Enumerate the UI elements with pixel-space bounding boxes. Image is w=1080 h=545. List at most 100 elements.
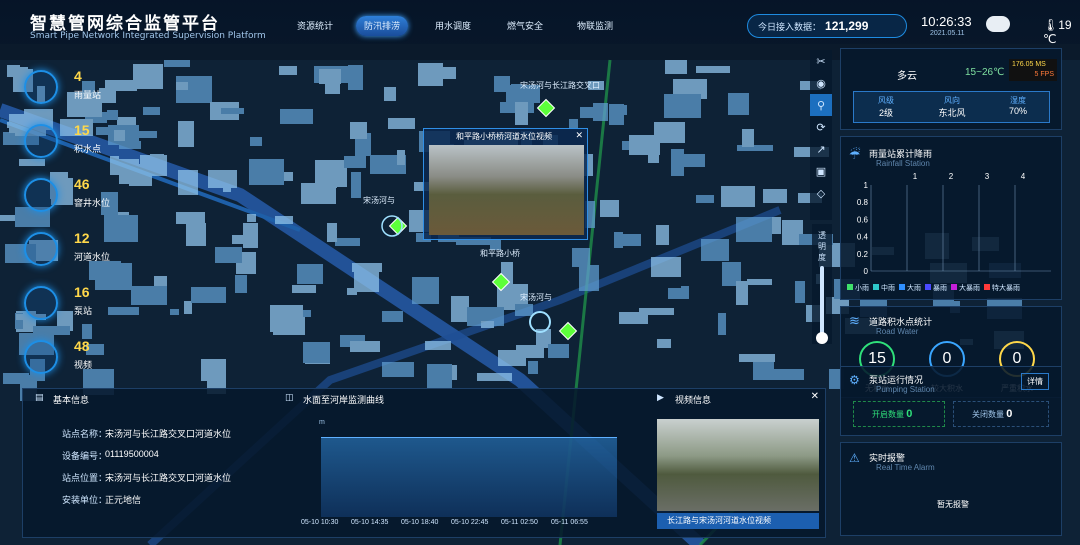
building — [131, 286, 167, 305]
alarm-card: ⚠ 实时报警 Real Time Alarm 暂无报警 — [840, 442, 1062, 536]
building — [668, 288, 689, 299]
building — [747, 279, 772, 285]
building — [742, 129, 754, 147]
building — [572, 248, 590, 267]
building — [477, 373, 512, 381]
video-frame[interactable] — [429, 145, 584, 235]
cloud-icon — [986, 16, 1010, 32]
building — [279, 66, 297, 75]
pump-detail-button[interactable]: 详情 — [1021, 373, 1049, 390]
pump-closed-value: 0 — [1006, 408, 1013, 420]
left-stat-item[interactable]: 12 河道水位 — [24, 230, 110, 266]
building — [609, 104, 624, 125]
building — [648, 142, 659, 163]
alarm-sub: Real Time Alarm — [876, 463, 935, 472]
tab-flood[interactable]: 防汛排涝 — [356, 16, 408, 36]
curve-x-tick: 05-11 02:50 — [501, 519, 538, 526]
left-stat-item[interactable]: 16 泵站 — [24, 284, 92, 320]
left-stat-item[interactable]: 4 雨量站 — [24, 68, 101, 104]
temperature: 🌡19 ℃ — [1043, 18, 1080, 46]
building — [104, 215, 138, 242]
opacity-label: 透明度 — [818, 231, 826, 262]
stat-label: 窨井水位 — [74, 198, 111, 208]
building — [108, 307, 139, 315]
building — [600, 200, 619, 217]
wx-value: 2级 — [878, 108, 893, 118]
clock-time: 10:26:33 — [921, 14, 972, 29]
pump-icon: ⚙ — [849, 373, 860, 387]
map-video-popup[interactable]: 和平路小桥桥河道水位视频 ✕ — [423, 128, 588, 240]
opacity-panel: 透明度 — [812, 224, 832, 344]
eraser-icon[interactable]: ◇ — [810, 182, 832, 204]
legend-label: 暴雨 — [933, 285, 947, 292]
building — [397, 150, 405, 165]
building — [191, 287, 226, 303]
legend-item: 大雨 — [899, 284, 921, 292]
building — [319, 69, 341, 84]
curve-x-tick: 05-11 06:55 — [551, 519, 588, 526]
location-icon[interactable]: ⚲ — [810, 94, 832, 116]
building — [114, 130, 125, 141]
x-tick-label: 3 — [985, 172, 990, 181]
close-icon[interactable]: ✕ — [811, 391, 819, 402]
building — [315, 160, 347, 187]
video-icon — [24, 340, 58, 374]
building — [763, 189, 787, 203]
left-stat-item[interactable]: 46 窨井水位 — [24, 176, 110, 212]
building — [350, 122, 367, 139]
building — [351, 172, 361, 198]
tab-water[interactable]: 用水调度 — [428, 16, 478, 36]
video-icon: ▶ — [657, 392, 664, 402]
wx-label: 风向 — [944, 96, 960, 105]
building — [297, 264, 323, 284]
info-value: 宋汤河与长江路交叉口河道水位 — [105, 429, 232, 439]
stat-label: 河道水位 — [74, 252, 111, 262]
building — [736, 217, 772, 242]
building — [352, 263, 382, 272]
bottom-panel: ▤ 基本信息 站点名称： 宋汤河与长江路交叉口河道水位 设备编号： 011195000… — [22, 388, 826, 538]
opacity-slider[interactable] — [820, 266, 824, 336]
y-tick-label: 0 — [864, 267, 869, 276]
building — [105, 80, 137, 91]
building — [247, 214, 256, 222]
legend-item: 中雨 — [873, 284, 895, 292]
video-frame[interactable] — [657, 419, 819, 511]
legend-swatch — [951, 284, 957, 290]
legend-swatch — [847, 284, 853, 290]
building — [701, 239, 729, 261]
close-icon[interactable]: ✕ — [575, 130, 583, 141]
building — [388, 118, 415, 129]
curve-title: 水面至河岸监测曲线 — [303, 395, 385, 405]
rain-chart: 1 0.8 0.6 0.4 0.2 0 1 2 3 4 — [857, 172, 1051, 276]
image-icon[interactable]: ▣ — [810, 160, 832, 182]
curve-x-tick: 05-10 22:45 — [451, 519, 489, 526]
measure-icon[interactable]: ✂ — [810, 50, 832, 72]
legend-swatch — [873, 284, 879, 290]
left-stat-item[interactable]: 15 积水点 — [24, 122, 101, 158]
opacity-handle[interactable] — [816, 332, 828, 344]
building — [515, 102, 528, 125]
building — [696, 66, 730, 73]
eye-icon[interactable]: ◉ — [810, 72, 832, 94]
building — [107, 110, 118, 120]
left-stat-item[interactable]: 48 视频 — [24, 338, 92, 374]
rotate-icon[interactable]: ⟳ — [810, 116, 832, 138]
tab-iot[interactable]: 物联监测 — [570, 16, 620, 36]
legend-item: 特大暴雨 — [984, 284, 1020, 292]
curve-x-tick: 05-10 10:30 — [301, 519, 339, 526]
route-icon[interactable]: ↗ — [810, 138, 832, 160]
tab-resource[interactable]: 资源统计 — [292, 16, 338, 36]
access-label: 今日接入数据： — [758, 22, 822, 32]
legend-item: 暴雨 — [925, 284, 947, 292]
tab-gas[interactable]: 燃气安全 — [498, 16, 552, 36]
weather-temp-range: 15~26℃ — [965, 67, 1005, 78]
stat-label: 积水点 — [74, 144, 102, 154]
tool-strip: ✂ ◉ ⚲ ⟳ ↗ ▣ ◇ — [810, 50, 832, 220]
clock-date: 2021.05.11 — [930, 30, 965, 37]
building — [221, 108, 244, 114]
fps-badge: 176.05 MS 5 FPS — [1009, 59, 1057, 81]
curve-x-tick: 05-10 18:40 — [401, 519, 439, 526]
legend-swatch — [984, 284, 990, 290]
building — [208, 170, 237, 188]
stat-label: 泵站 — [74, 306, 93, 316]
